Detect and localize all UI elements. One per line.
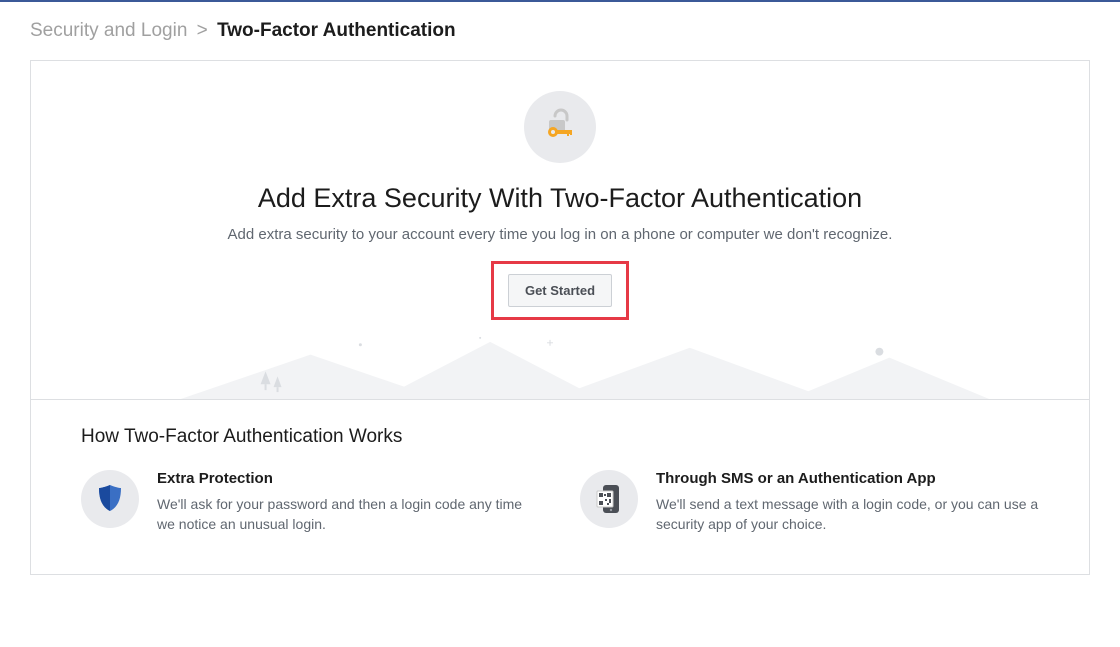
two-factor-card: Add Extra Security With Two-Factor Authe… bbox=[30, 60, 1090, 575]
hero-subtitle: Add extra security to your account every… bbox=[71, 226, 1049, 243]
feature-title: Through SMS or an Authentication App bbox=[656, 470, 1039, 487]
shield-icon bbox=[81, 470, 139, 528]
breadcrumb-separator: > bbox=[197, 20, 208, 41]
phone-qr-icon bbox=[580, 470, 638, 528]
feature-desc: We'll send a text message with a login c… bbox=[656, 495, 1039, 534]
feature-text: Extra Protection We'll ask for your pass… bbox=[157, 470, 540, 534]
feature-sms-app: Through SMS or an Authentication App We'… bbox=[580, 470, 1039, 534]
breadcrumb-parent-link[interactable]: Security and Login bbox=[30, 20, 187, 41]
breadcrumb-current: Two-Factor Authentication bbox=[217, 20, 456, 41]
button-highlight-annotation: Get Started bbox=[491, 261, 629, 320]
feature-text: Through SMS or an Authentication App We'… bbox=[656, 470, 1039, 534]
get-started-button[interactable]: Get Started bbox=[508, 274, 612, 307]
lock-key-icon bbox=[524, 91, 596, 163]
breadcrumb: Security and Login > Two-Factor Authenti… bbox=[0, 2, 1120, 60]
how-it-works-title: How Two-Factor Authentication Works bbox=[81, 426, 1039, 448]
how-it-works-section: How Two-Factor Authentication Works Extr… bbox=[31, 400, 1089, 574]
decorative-mountains bbox=[31, 330, 1089, 400]
hero-title: Add Extra Security With Two-Factor Authe… bbox=[71, 183, 1049, 214]
hero-section: Add Extra Security With Two-Factor Authe… bbox=[31, 61, 1089, 330]
feature-desc: We'll ask for your password and then a l… bbox=[157, 495, 540, 534]
features-row: Extra Protection We'll ask for your pass… bbox=[81, 470, 1039, 534]
feature-extra-protection: Extra Protection We'll ask for your pass… bbox=[81, 470, 540, 534]
feature-title: Extra Protection bbox=[157, 470, 540, 487]
